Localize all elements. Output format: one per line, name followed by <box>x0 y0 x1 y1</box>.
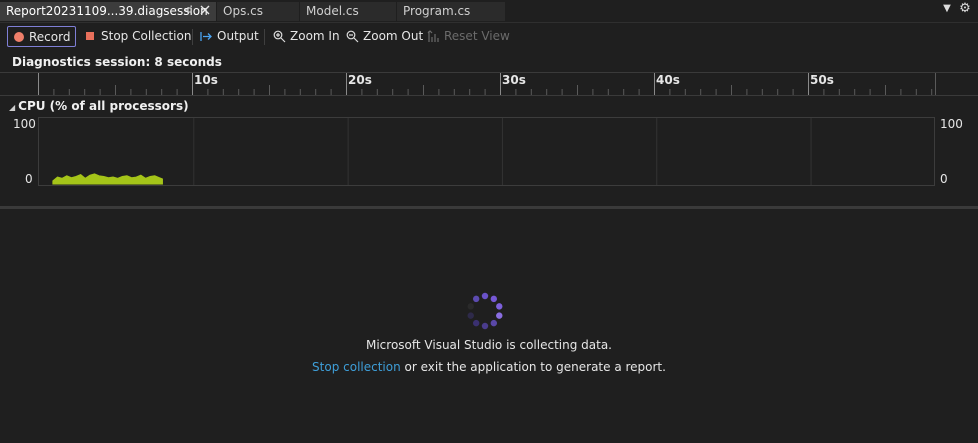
ruler-tick-label: 50s <box>810 73 834 87</box>
spinner-dot <box>490 319 498 327</box>
tab-label: Model.cs <box>306 4 359 18</box>
tab-label: Ops.cs <box>223 4 263 18</box>
spinner-dot <box>496 312 503 319</box>
output-icon <box>200 29 213 50</box>
tab-program[interactable]: Program.cs <box>397 2 505 21</box>
ruler-ticks: 10s 20s 30s 40s 50s <box>38 73 936 95</box>
cpu-usage-graph[interactable] <box>38 117 935 186</box>
ruler-tick-label: 30s <box>502 73 526 87</box>
y-axis-max-left: 100 <box>13 117 36 131</box>
stop-collection-link[interactable]: Stop collection <box>312 360 401 374</box>
tab-diagsession[interactable]: Report20231109...39.diagsession <box>0 2 216 21</box>
session-duration-label: Diagnostics session: 8 seconds <box>12 55 222 69</box>
spinner-dot <box>496 303 503 310</box>
reset-view-button[interactable]: Reset View <box>427 26 510 47</box>
record-button[interactable]: Record <box>7 26 77 47</box>
chevron-down-icon[interactable]: ▼ <box>940 3 954 14</box>
stop-collection-suffix: or exit the application to generate a re… <box>404 360 666 374</box>
cpu-usage-plot <box>52 118 812 185</box>
spinner-dot <box>467 303 474 310</box>
collapse-triangle-icon[interactable]: ◢ <box>9 103 15 112</box>
spinner-dot <box>481 322 489 330</box>
stop-collection-button[interactable]: Stop Collection <box>86 26 191 47</box>
spinner-dot <box>467 312 474 319</box>
tab-ops[interactable]: Ops.cs <box>217 2 299 21</box>
zoom-out-button[interactable]: Zoom Out <box>346 26 423 47</box>
tab-label: Report20231109...39.diagsession <box>6 4 208 18</box>
zoom-out-icon <box>346 29 359 50</box>
pin-icon[interactable] <box>181 2 195 21</box>
ruler-tick-label: 20s <box>348 73 372 87</box>
toolbar-separator <box>192 29 193 45</box>
cpu-usage-area <box>52 173 163 185</box>
cpu-graph-title[interactable]: ◢ CPU (% of all processors) <box>9 99 189 113</box>
diagnostics-toolbar: Record Stop Collection Output Zoom In Zo… <box>0 24 978 50</box>
zoom-in-icon <box>273 29 286 50</box>
tab-model[interactable]: Model.cs <box>300 2 396 21</box>
y-axis-max-right: 100 <box>940 117 963 131</box>
stop-collection-instructions: Stop collection or exit the application … <box>0 360 978 374</box>
spinner-dot <box>490 295 498 303</box>
loading-spinner-icon <box>465 291 505 331</box>
spinner-dot <box>472 295 480 303</box>
record-icon <box>14 32 24 42</box>
stop-icon <box>86 32 94 40</box>
spinner-dot <box>481 292 489 300</box>
collecting-message: Microsoft Visual Studio is collecting da… <box>365 338 612 352</box>
reset-view-icon <box>427 29 440 50</box>
toolbar-separator <box>264 29 265 45</box>
gear-icon[interactable]: ⚙ <box>958 1 972 16</box>
tab-label: Program.cs <box>403 4 471 18</box>
zoom-in-button[interactable]: Zoom In <box>273 26 340 47</box>
timeline-ruler[interactable]: 10s 20s 30s 40s 50s <box>0 72 978 96</box>
y-axis-min-left: 0 <box>25 172 33 186</box>
ruler-tick-label: 40s <box>656 73 680 87</box>
document-tab-strip: Report20231109...39.diagsession Ops.cs M… <box>0 0 978 23</box>
output-button[interactable]: Output <box>200 26 259 47</box>
spinner-dot <box>472 319 480 327</box>
panel-splitter[interactable] <box>0 206 978 209</box>
y-axis-min-right: 0 <box>940 172 948 186</box>
ruler-tick-label: 10s <box>194 73 218 87</box>
close-icon[interactable] <box>198 2 212 21</box>
